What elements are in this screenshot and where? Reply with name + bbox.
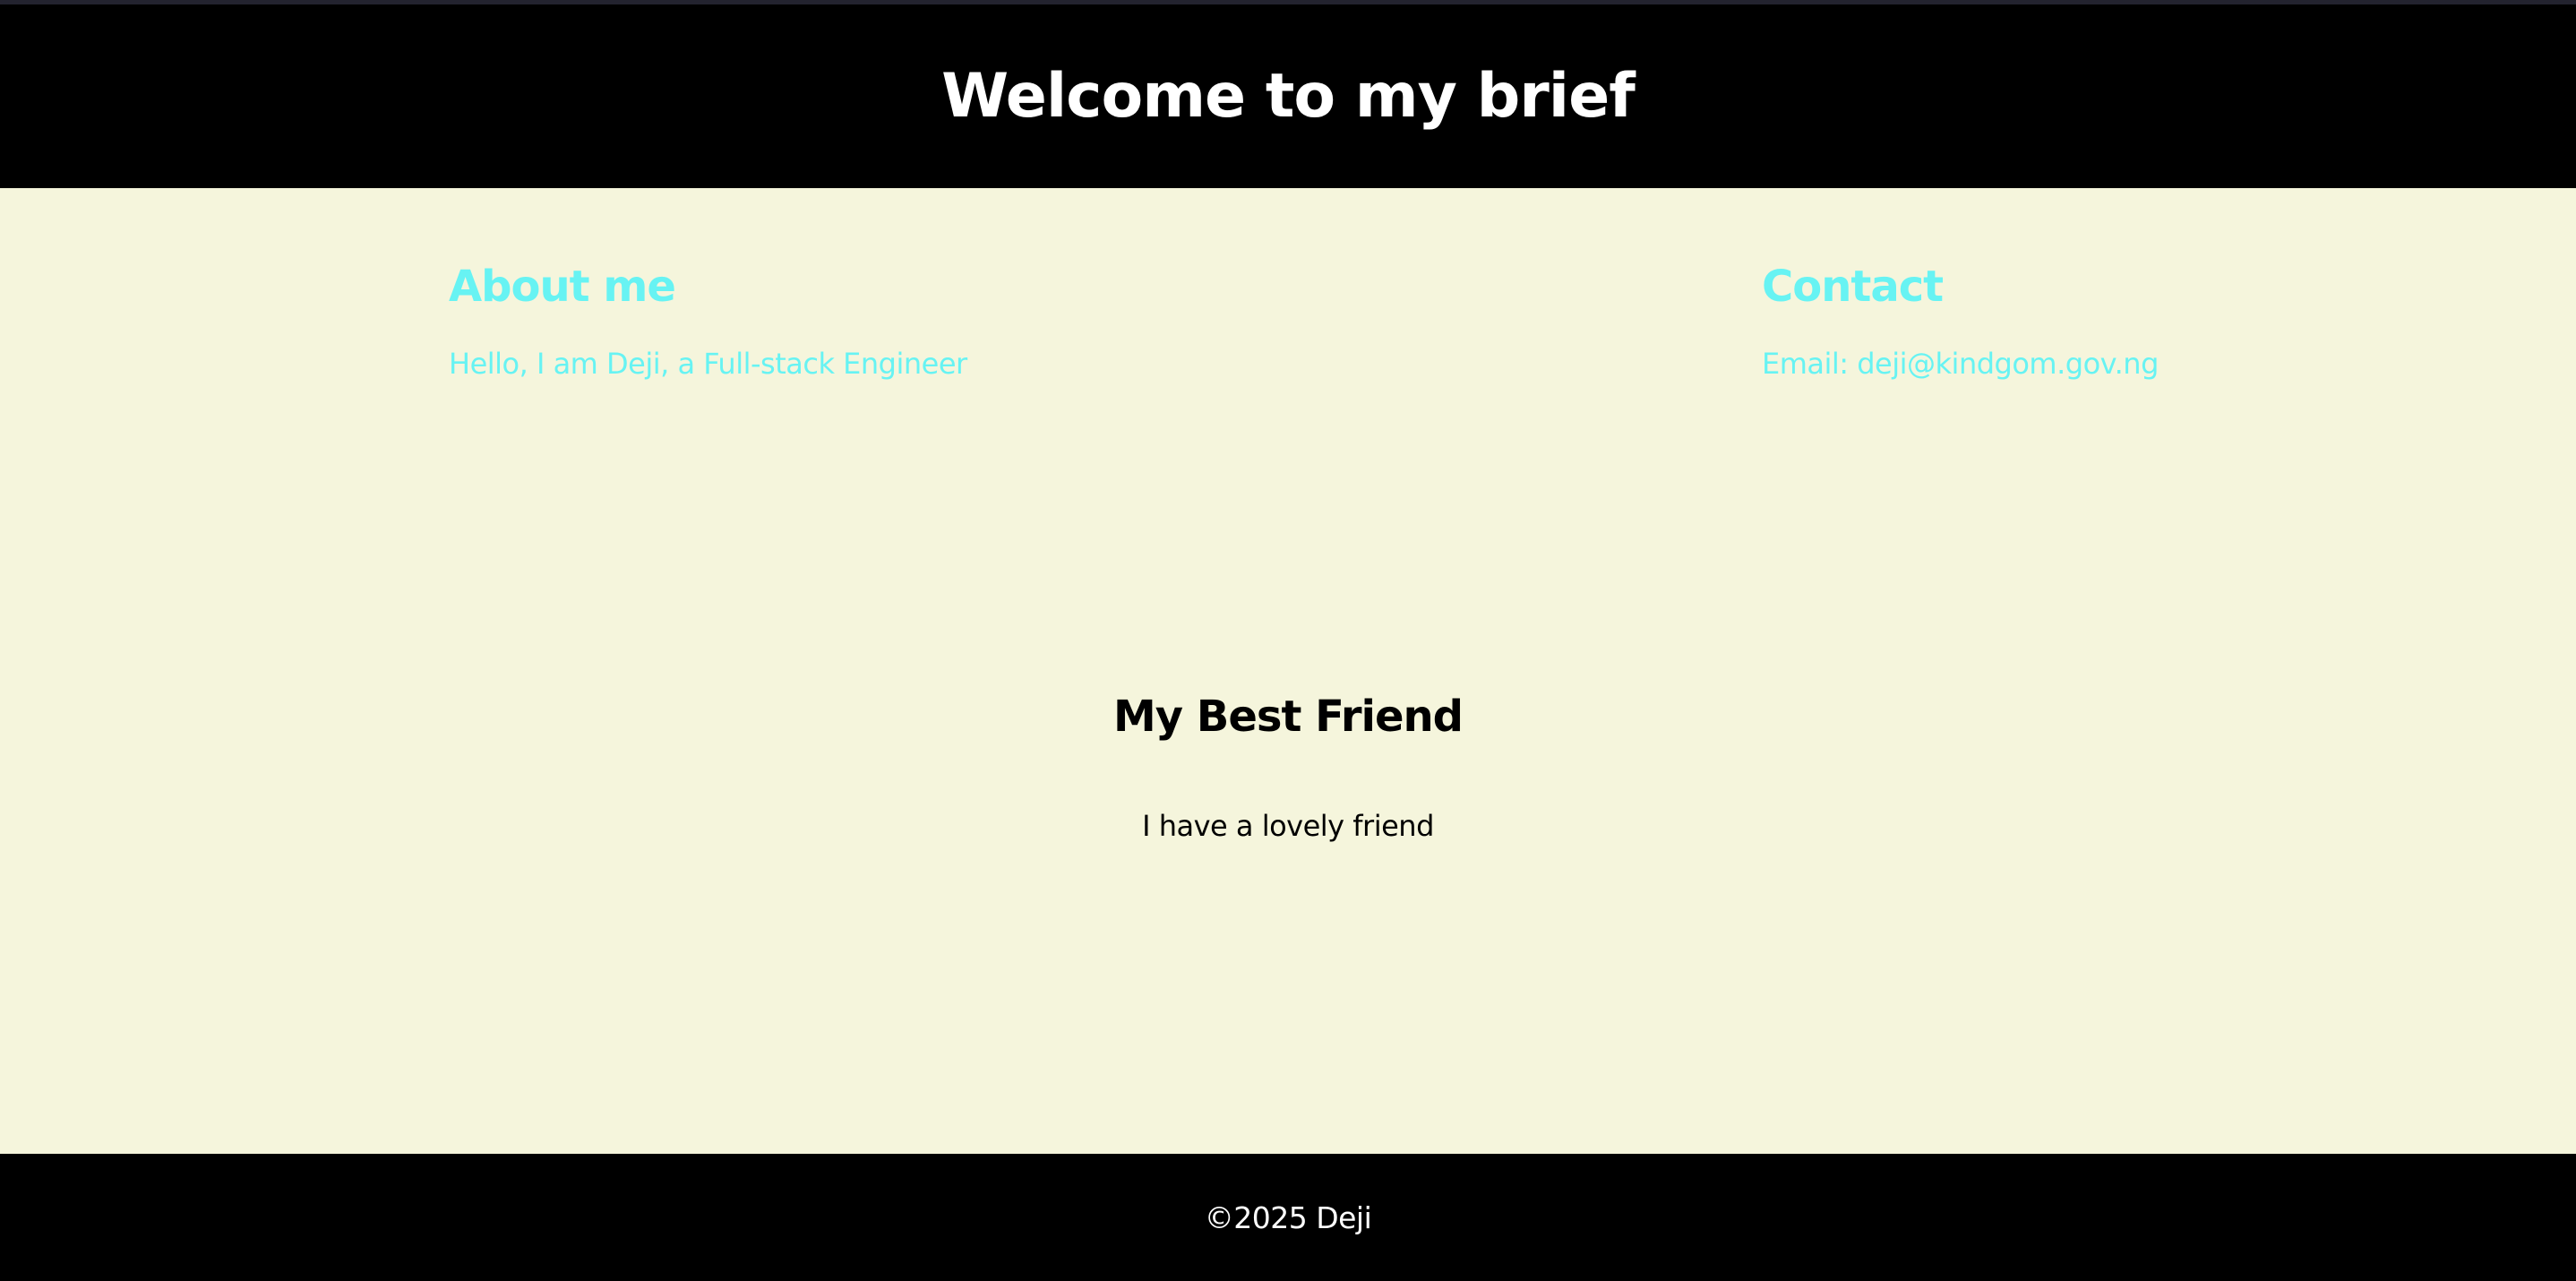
contact-email-text: Email: deji@kindgom.gov.ng (1762, 347, 2159, 381)
best-friend-heading: My Best Friend (1112, 692, 1464, 742)
site-footer: ©2025 Deji (0, 1154, 2576, 1281)
about-heading: About me (449, 262, 676, 312)
contact-heading: Contact (1762, 262, 1944, 312)
best-friend-text: I have a lovely friend (1142, 809, 1434, 843)
footer-copyright: ©2025 Deji (1204, 1199, 1372, 1235)
about-text: Hello, I am Deji, a Full-stack Engineer (449, 347, 967, 381)
main-content: About me Hello, I am Deji, a Full-stack … (0, 188, 2576, 1154)
site-header: Welcome to my brief (0, 4, 2576, 188)
page-title: Welcome to my brief (941, 60, 1636, 132)
